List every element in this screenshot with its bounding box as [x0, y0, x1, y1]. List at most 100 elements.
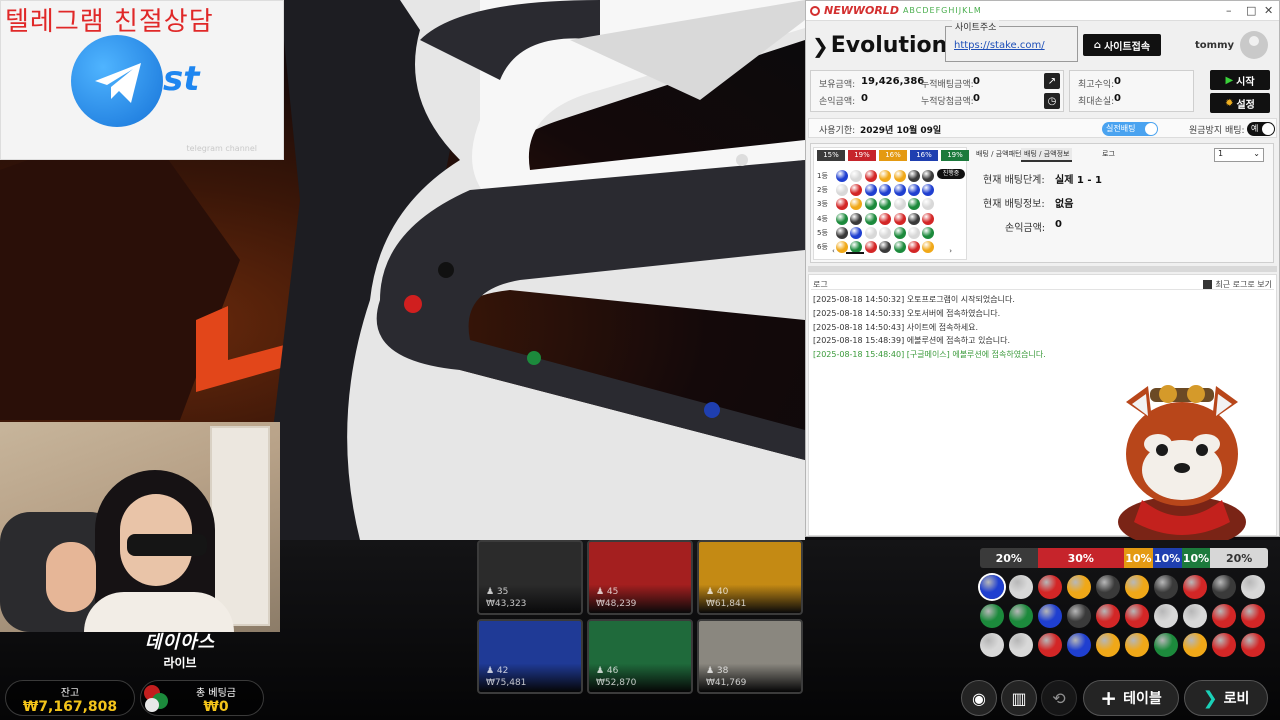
- history-ball: [1096, 575, 1120, 599]
- brand-line1: 데이아스: [144, 632, 216, 653]
- balance-display: 잔고 ₩7,167,808: [5, 680, 135, 716]
- tile-amount: ₩52,870: [596, 678, 637, 688]
- profit-label: 손익금액:: [819, 97, 856, 107]
- start-button[interactable]: ▶ 시작: [1210, 70, 1270, 90]
- repeat-icon: ⟲: [1052, 688, 1066, 708]
- tab-item[interactable]: 로그: [1099, 148, 1118, 160]
- history-ball: [1241, 633, 1265, 657]
- acc-win-label: 누적당첨금액:: [921, 97, 974, 107]
- app-header: ❯ Evolution 사이트주소 https://stake.com/ ⌂ 사…: [806, 20, 1280, 69]
- tab-item[interactable]: 배팅 / 금액정보: [1021, 148, 1073, 162]
- strategy-dropdown[interactable]: 1 ⌄: [1214, 148, 1264, 162]
- mini-ball: [879, 212, 892, 225]
- acc-bet-label: 누적배팅금액:: [921, 80, 974, 90]
- avatar[interactable]: [1240, 31, 1268, 59]
- tile-player-count: ♟ 46: [596, 666, 619, 676]
- log-line: [2025-08-18 14:50:43] 사이트에 접속하세요.: [813, 322, 979, 332]
- settings-button[interactable]: ✹ 설정: [1210, 93, 1270, 113]
- maximize-button[interactable]: □: [1246, 4, 1256, 17]
- mini-ball: [922, 184, 935, 197]
- total-bet-label: 총 베팅금: [196, 688, 236, 699]
- streamer-body: [84, 592, 234, 632]
- history-ball: [1009, 633, 1033, 657]
- no-loss-value: 예: [1251, 124, 1259, 133]
- table-button[interactable]: + 테이블: [1083, 680, 1179, 716]
- red-panda-mascot: [1118, 385, 1246, 540]
- history-ball: [1067, 575, 1091, 599]
- license-bar: 사용기한: 2029년 10월 09일 실전배팅 원금방지 배팅: 예: [808, 118, 1277, 138]
- mini-ball: [893, 170, 906, 182]
- history-ball: [1212, 604, 1236, 628]
- log-divider: [811, 289, 1274, 290]
- history-ball: [1125, 604, 1149, 628]
- mini-ball: [922, 198, 935, 211]
- site-connect-button[interactable]: ⌂ 사이트접속: [1083, 34, 1161, 56]
- history-ball: [1096, 633, 1120, 657]
- mini-ball: [864, 170, 877, 182]
- bet-tile[interactable]: ♟ 46 ₩52,870: [587, 619, 693, 694]
- telegram-promo[interactable]: 텔레그램 친절상담 st telegram channel: [0, 0, 284, 160]
- mini-percent: 15%: [817, 150, 845, 161]
- license-label: 사용기한:: [819, 126, 856, 136]
- settings-button-label: 설정: [1236, 99, 1255, 111]
- max-loss-label: 최대손실:: [1078, 97, 1115, 107]
- pnl-value: 0: [1055, 219, 1062, 230]
- bet-tile[interactable]: ♟ 35 ₩43,323: [477, 540, 583, 615]
- mini-history-grid: 15% 19% 16% 16% 19% 1등 2등 3등 4등 5등 6등 진행중 ‹ ›: [813, 147, 969, 260]
- scroll-left-icon[interactable]: ‹: [832, 247, 835, 255]
- rank-label: 4등: [817, 214, 828, 223]
- tile-amount: ₩41,769: [706, 678, 747, 688]
- history-ball: [1241, 575, 1265, 599]
- plus-icon: +: [1100, 686, 1118, 710]
- betting-panel: 15% 19% 16% 16% 19% 1등 2등 3등 4등 5등 6등 진행중 ‹ › 배팅 / 금액…: [810, 143, 1274, 263]
- background-door: [210, 426, 270, 626]
- mini-percent: 16%: [879, 150, 907, 161]
- holding-value: 19,426,386: [861, 76, 925, 87]
- stage-value: 실제 1 - 1: [1055, 175, 1102, 186]
- stage-label: 현재 배팅단계:: [983, 175, 1045, 186]
- site-url-link[interactable]: https://stake.com/: [954, 40, 1045, 51]
- history-ball: [1241, 604, 1265, 628]
- bet-tile[interactable]: ♟ 45 ₩48,239: [587, 540, 693, 615]
- mini-ball: [850, 198, 863, 211]
- promo-watermark: telegram channel: [186, 144, 257, 153]
- mini-scrollbar[interactable]: ‹ ›: [832, 247, 952, 256]
- mini-percent: 19%: [941, 150, 969, 161]
- real-bet-toggle[interactable]: 실전배팅: [1102, 122, 1158, 136]
- bet-tile[interactable]: ♟ 40 ₩61,841: [697, 540, 803, 615]
- tab-item[interactable]: 배팅 / 금액패턴: [973, 148, 1024, 160]
- lobby-button[interactable]: ❯ 로비: [1184, 680, 1268, 716]
- lobby-button-label: 로비: [1223, 691, 1250, 707]
- mini-ball: [836, 198, 848, 211]
- license-value: 2029년 10월 09일: [860, 126, 942, 136]
- bet-tile[interactable]: ♟ 42 ₩75,481: [477, 619, 583, 694]
- minimize-button[interactable]: –: [1226, 4, 1232, 17]
- chips-button[interactable]: ◉: [961, 680, 997, 716]
- chart-icon[interactable]: ↗: [1044, 73, 1060, 89]
- scroll-right-icon[interactable]: ›: [949, 247, 952, 255]
- mini-ball: [893, 184, 906, 197]
- mini-ball: [836, 212, 848, 225]
- bet-tile[interactable]: ♟ 38 ₩41,769: [697, 619, 803, 694]
- status-badge: 진행중: [937, 169, 965, 179]
- balance-label: 잔고: [60, 688, 80, 699]
- stat-segment: 20%: [1210, 548, 1268, 568]
- mini-ball: [922, 226, 935, 239]
- no-loss-toggle[interactable]: 예: [1247, 122, 1275, 136]
- recent-log-label: 최근 로그로 보기: [1215, 280, 1272, 289]
- history-ball: [1096, 604, 1120, 628]
- brand-line2: 라이브: [163, 656, 197, 670]
- rebet-button[interactable]: ⟲: [1041, 680, 1077, 716]
- mini-ball: [893, 212, 906, 225]
- statistics-button[interactable]: ▥: [1001, 680, 1037, 716]
- history-ball: [1038, 575, 1062, 599]
- mini-ball: [922, 212, 935, 225]
- scroll-thumb[interactable]: [846, 252, 864, 254]
- panel-splitter[interactable]: [808, 266, 1277, 272]
- tile-player-count: ♟ 35: [486, 587, 509, 597]
- mini-ball: [908, 226, 920, 239]
- holding-label: 보유금액:: [819, 80, 856, 90]
- log-line: [2025-08-18 15:48:40] [구글메이스] 에볼루션에 접속하였…: [813, 350, 1046, 360]
- close-button[interactable]: ✕: [1264, 4, 1273, 17]
- clock-icon[interactable]: ◷: [1044, 93, 1060, 109]
